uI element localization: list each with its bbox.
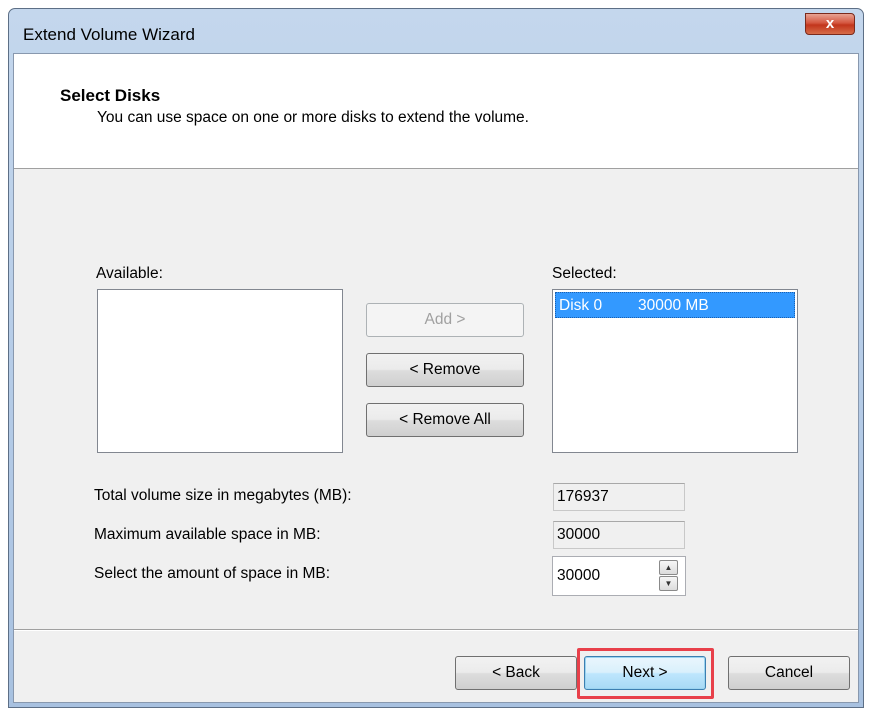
cancel-button[interactable]: Cancel [728, 656, 850, 690]
available-listbox[interactable] [97, 289, 343, 453]
selected-listbox[interactable]: Disk 0 30000 MB [552, 289, 798, 453]
wizard-body: Select Disks You can use space on one or… [13, 53, 859, 703]
selected-label: Selected: [552, 265, 617, 283]
footer-divider [14, 629, 858, 631]
close-button[interactable]: x [805, 13, 855, 35]
available-label: Available: [96, 265, 163, 283]
list-item[interactable]: Disk 0 30000 MB [555, 292, 795, 318]
amount-label: Select the amount of space in MB: [94, 565, 331, 582]
add-button[interactable]: Add > [366, 303, 524, 337]
window-title: Extend Volume Wizard [23, 25, 195, 44]
max-space-value: 30000 [553, 521, 685, 549]
next-button-highlight [577, 648, 714, 699]
title-bar: Extend Volume Wizard x [9, 9, 863, 53]
spin-up-icon[interactable]: ▲ [659, 560, 678, 575]
available-label-text: Available: [96, 265, 163, 282]
max-space-label: Maximum available space in MB: [94, 526, 321, 543]
selected-label-text: Selected: [552, 265, 617, 282]
remove-all-button[interactable]: < Remove All [366, 403, 524, 437]
wizard-header: Select Disks You can use space on one or… [14, 54, 858, 169]
page-title: Select Disks [60, 86, 161, 105]
list-item-disk: Disk 0 [559, 297, 603, 314]
back-button[interactable]: < Back [455, 656, 577, 690]
wizard-window: Extend Volume Wizard x Select Disks You … [8, 8, 864, 708]
close-icon: x [825, 15, 835, 32]
total-size-label: Total volume size in megabytes (MB): [94, 487, 352, 504]
page-subtitle: You can use space on one or more disks t… [97, 109, 529, 126]
list-item-size: 30000 MB [638, 297, 709, 314]
remove-button[interactable]: < Remove [366, 353, 524, 387]
total-size-value: 176937 [553, 483, 685, 511]
spin-down-icon[interactable]: ▼ [659, 576, 678, 591]
